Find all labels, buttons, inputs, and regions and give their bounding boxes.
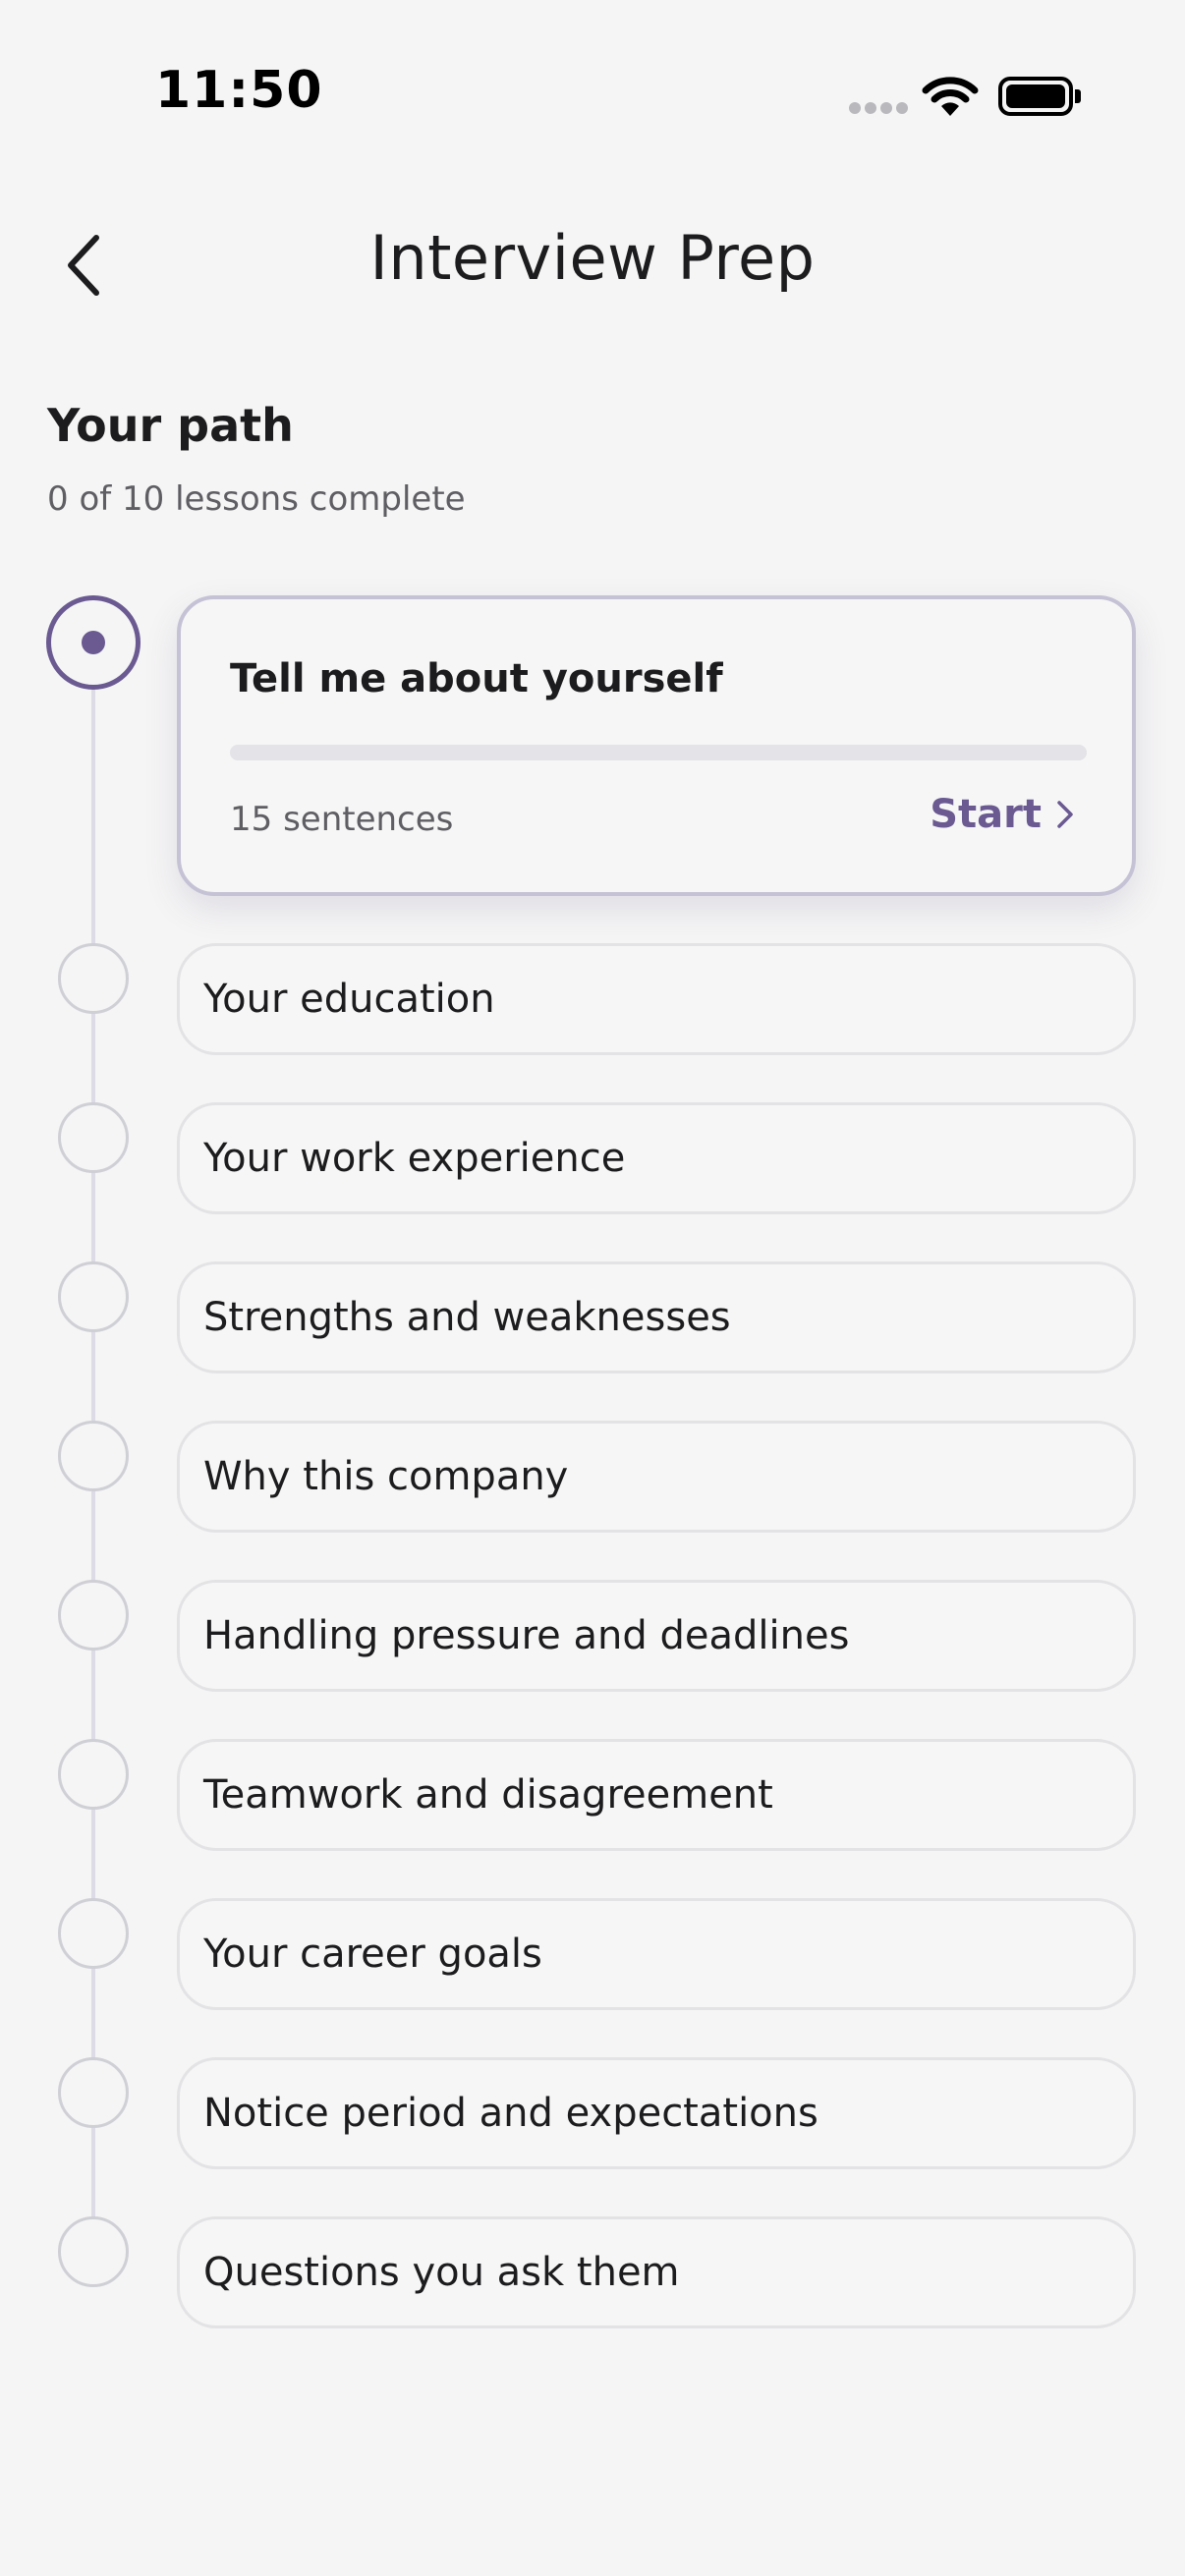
lesson-label: Your work experience <box>203 1136 626 1181</box>
timeline-node <box>58 943 129 1014</box>
timeline-node-current <box>46 595 141 690</box>
start-button[interactable]: Start <box>930 792 1075 837</box>
cellular-signal-icon <box>849 102 908 116</box>
lesson-label: Questions you ask them <box>203 2250 680 2295</box>
path-title: Your path <box>47 399 294 452</box>
path-progress-text: 0 of 10 lessons complete <box>47 479 466 519</box>
lesson-row[interactable]: Your work experience <box>177 1102 1136 1214</box>
lesson-row[interactable]: Strengths and weaknesses <box>177 1261 1136 1373</box>
current-lesson-meta: 15 sentences <box>230 800 454 839</box>
lesson-label: Handling pressure and deadlines <box>203 1613 850 1658</box>
timeline-node <box>58 1261 129 1332</box>
current-lesson-title: Tell me about yourself <box>230 656 723 701</box>
timeline-node <box>58 1102 129 1173</box>
status-time: 11:50 <box>155 61 323 120</box>
lesson-row[interactable]: Questions you ask them <box>177 2216 1136 2328</box>
battery-icon <box>998 75 1081 118</box>
timeline-node <box>58 1898 129 1969</box>
lesson-progress-bar <box>230 745 1087 760</box>
lesson-row[interactable]: Your education <box>177 943 1136 1055</box>
current-lesson-card[interactable]: Tell me about yourself 15 sentences Star… <box>177 595 1136 896</box>
timeline-node <box>58 1739 129 1810</box>
lesson-label: Strengths and weaknesses <box>203 1295 731 1340</box>
lesson-label: Your education <box>203 977 495 1022</box>
lesson-label: Notice period and expectations <box>203 2091 818 2136</box>
lesson-row[interactable]: Why this company <box>177 1421 1136 1533</box>
start-button-label: Start <box>930 792 1042 837</box>
status-bar: 11:50 <box>0 0 1185 147</box>
page-title: Interview Prep <box>369 222 816 294</box>
lesson-row[interactable]: Notice period and expectations <box>177 2057 1136 2169</box>
screen: 11:50 Interview Prep Your path 0 of 10 l… <box>0 0 1185 2576</box>
lesson-label: Why this company <box>203 1454 569 1499</box>
lesson-label: Teamwork and disagreement <box>203 1772 773 1818</box>
timeline-node <box>58 1421 129 1491</box>
timeline-node <box>58 2057 129 2128</box>
lesson-row[interactable]: Your career goals <box>177 1898 1136 2010</box>
timeline-node <box>58 1580 129 1651</box>
timeline-node <box>58 2216 129 2287</box>
wifi-icon <box>922 75 979 118</box>
timeline-node-dot <box>82 631 105 654</box>
lesson-row[interactable]: Handling pressure and deadlines <box>177 1580 1136 1692</box>
chevron-right-icon <box>1057 801 1073 828</box>
lesson-label: Your career goals <box>203 1932 542 1977</box>
lesson-row[interactable]: Teamwork and disagreement <box>177 1739 1136 1851</box>
